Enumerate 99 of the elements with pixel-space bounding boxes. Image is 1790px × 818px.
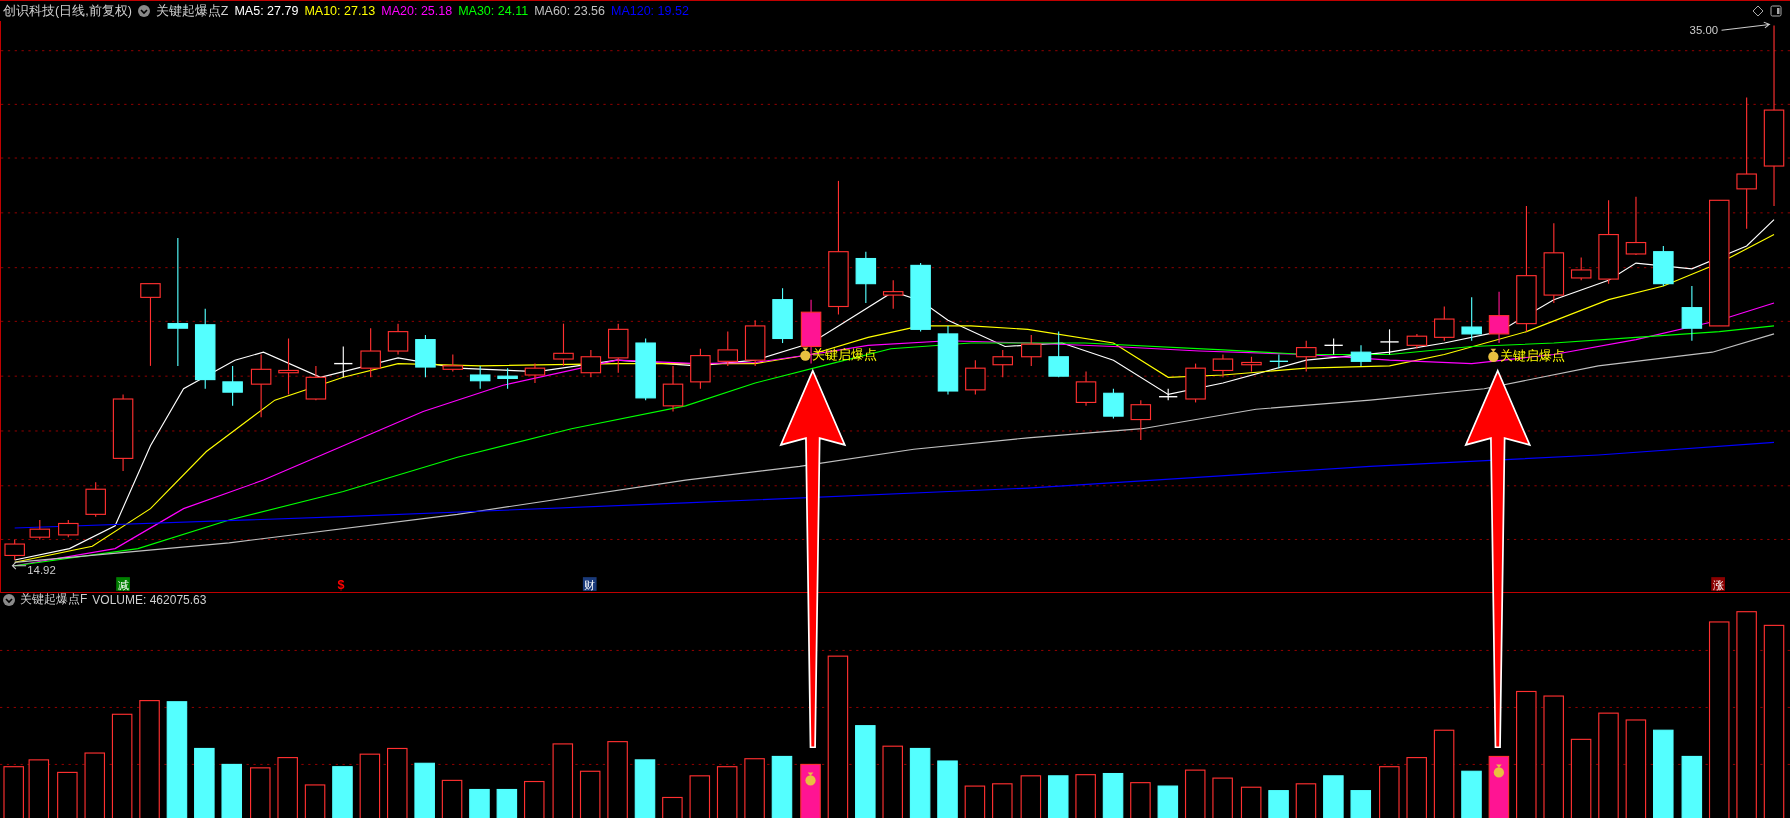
volume-bar bbox=[414, 762, 435, 818]
volume-bar bbox=[332, 766, 353, 818]
volume-bar bbox=[1488, 755, 1510, 818]
candlestick bbox=[305, 365, 327, 401]
candlestick bbox=[1461, 296, 1482, 342]
candlestick bbox=[1379, 328, 1400, 356]
candlestick bbox=[580, 349, 602, 378]
candlestick bbox=[4, 538, 25, 561]
candlestick bbox=[360, 327, 381, 378]
candlestick bbox=[1130, 399, 1152, 441]
candlestick bbox=[222, 365, 243, 407]
volume-bar bbox=[937, 760, 958, 818]
candlestick bbox=[1323, 337, 1344, 356]
candlestick bbox=[1681, 285, 1703, 342]
volume-bar bbox=[634, 759, 656, 818]
moving-average-value: MA20: 25.18 bbox=[381, 4, 453, 18]
volume-bar bbox=[1047, 775, 1069, 818]
event-marker-label: 减 bbox=[117, 578, 129, 591]
candlestick bbox=[607, 323, 629, 374]
moving-average-value: MA120: 19.52 bbox=[611, 4, 689, 18]
candlestick bbox=[690, 348, 711, 390]
candlestick bbox=[1434, 305, 1455, 342]
low-price-label: 14.92 bbox=[27, 563, 56, 576]
volume-bar bbox=[1157, 785, 1179, 818]
money-bag-icon bbox=[805, 772, 816, 786]
candlestick bbox=[1406, 333, 1428, 350]
volume-bar bbox=[909, 747, 931, 818]
volume-bar bbox=[1681, 755, 1703, 818]
candlestick bbox=[278, 337, 299, 395]
panel-toggle-icon[interactable] bbox=[1770, 5, 1782, 17]
candlestick bbox=[85, 481, 106, 518]
candlestick bbox=[1350, 344, 1372, 367]
volume-bar bbox=[1268, 790, 1289, 818]
candlestick bbox=[1021, 334, 1042, 367]
candlestick bbox=[1295, 340, 1317, 373]
candlestick bbox=[744, 319, 766, 367]
volume-bar bbox=[194, 747, 215, 818]
volume-bar bbox=[771, 755, 793, 818]
candlestick bbox=[553, 323, 574, 367]
volume-bar bbox=[496, 788, 518, 818]
volume-reading: VOLUME: 462075.63 bbox=[92, 592, 207, 607]
candlestick bbox=[855, 251, 877, 304]
dropdown-icon[interactable] bbox=[137, 5, 150, 17]
event-marker-label: 财 bbox=[584, 578, 596, 591]
candlestick bbox=[1625, 196, 1647, 256]
volume-indicator-name: 关键起爆点F bbox=[20, 591, 88, 608]
candlestick bbox=[1075, 371, 1097, 407]
moving-average-value: MA60: 23.56 bbox=[534, 4, 605, 18]
dropdown-icon[interactable] bbox=[3, 593, 15, 606]
pointer-arrow-icon bbox=[11, 561, 27, 570]
candlestick bbox=[442, 353, 464, 373]
candlestick bbox=[1488, 291, 1510, 344]
moving-average-value: MA30: 24.11 bbox=[458, 4, 529, 18]
candlestick bbox=[524, 363, 546, 384]
candlestick bbox=[882, 279, 904, 310]
money-bag-icon bbox=[1488, 348, 1499, 362]
candlestick bbox=[965, 359, 986, 395]
candlestick bbox=[1185, 363, 1206, 403]
diamond-icon[interactable] bbox=[1752, 5, 1764, 17]
money-bag-icon bbox=[800, 347, 811, 361]
volume-bar bbox=[1323, 775, 1344, 818]
candlestick bbox=[333, 345, 354, 378]
candlestick bbox=[937, 325, 959, 395]
candlestick bbox=[1048, 331, 1069, 378]
pointer-arrow-icon bbox=[1721, 21, 1771, 31]
candlestick bbox=[1653, 245, 1674, 287]
money-bag-icon bbox=[1493, 764, 1505, 778]
moving-average-value: MA10: 27.13 bbox=[304, 4, 376, 18]
volume-bar bbox=[800, 763, 821, 818]
candlestick bbox=[635, 337, 656, 401]
candlestick bbox=[1241, 356, 1262, 373]
candlestick bbox=[662, 365, 684, 413]
event-marker-label: 涨 bbox=[1712, 578, 1724, 591]
candlestick bbox=[58, 519, 79, 538]
indicator-name: 关键起爆点Z bbox=[155, 2, 229, 20]
candlestick bbox=[992, 349, 1014, 378]
candlestick bbox=[1570, 256, 1592, 281]
candlestick bbox=[497, 367, 518, 390]
volume-bar bbox=[469, 788, 490, 818]
candlestick bbox=[717, 331, 739, 367]
event-marker-label: $ bbox=[337, 577, 345, 592]
candlestick bbox=[1269, 353, 1289, 369]
candlestick bbox=[387, 323, 409, 356]
candlestick bbox=[910, 262, 931, 333]
candlestick bbox=[469, 365, 491, 390]
candlestick bbox=[1103, 388, 1124, 419]
volume-bar bbox=[1350, 790, 1372, 818]
volume-bar bbox=[1461, 770, 1482, 818]
volume-bar bbox=[221, 763, 242, 818]
candlestick bbox=[29, 519, 51, 541]
volume-bar bbox=[1102, 772, 1124, 818]
candlestick bbox=[250, 353, 272, 418]
candlestick bbox=[415, 334, 436, 378]
stock-title: 创识科技(日线,前复权) bbox=[3, 2, 132, 20]
candlestick bbox=[1212, 353, 1234, 378]
candlestick bbox=[1158, 388, 1178, 401]
candlestick bbox=[772, 287, 793, 344]
moving-average-value: MA5: 27.79 bbox=[234, 4, 299, 18]
high-price-label: 35.00 bbox=[1689, 23, 1719, 36]
